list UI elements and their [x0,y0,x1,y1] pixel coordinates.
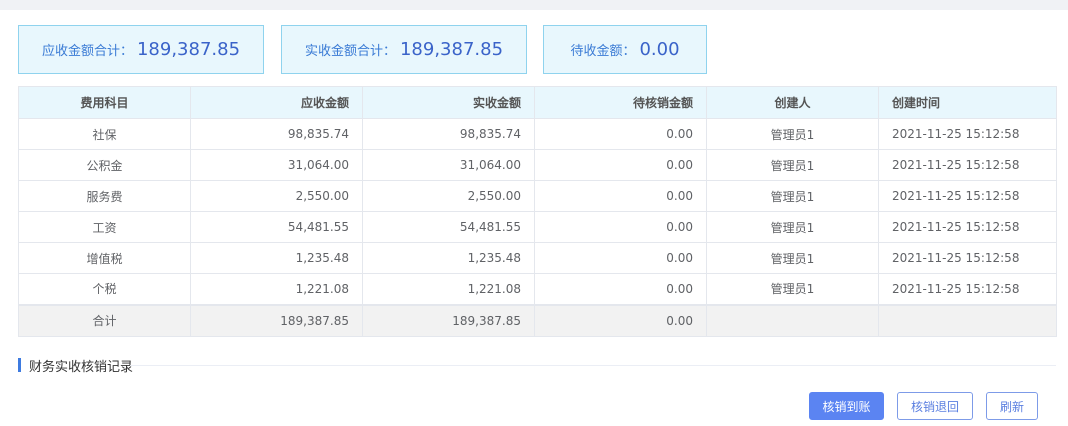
cell-received: 31,064.00 [362,149,535,181]
cell-fee-item: 工资 [18,211,191,243]
cell-creator: 管理员1 [706,242,879,274]
header-creator: 创建人 [706,86,879,119]
header-created-time: 创建时间 [878,86,1057,119]
table-row: 服务费 2,550.00 2,550.00 0.00 管理员1 2021-11-… [18,180,1057,212]
cell-received: 1,221.08 [362,273,535,305]
header-received: 实收金额 [362,86,535,119]
fee-table: 费用科目 应收金额 实收金额 待核销金额 创建人 创建时间 社保 98,835.… [18,86,1057,337]
pending-total-card: 待收金额： 0.00 [543,25,707,74]
cell-created-time: 2021-11-25 15:12:58 [878,149,1057,181]
receivable-total-value: 189,387.85 [136,39,241,60]
refresh-button[interactable]: 刷新 [986,392,1038,420]
section-header: 财务实收核销记录 [18,357,134,375]
received-total-card: 实收金额合计： 189,387.85 [281,25,527,74]
pending-total-label: 待收金额： [570,44,636,59]
cell-received: 98,835.74 [362,118,535,150]
header-receivable: 应收金额 [190,86,363,119]
cell-pending: 0.00 [534,242,707,274]
section-accent-bar [18,358,21,372]
cell-creator: 管理员1 [706,273,879,305]
pending-total-value: 0.00 [639,39,680,60]
receivable-total-label: 应收金额合计： [41,44,133,59]
total-received: 189,387.85 [362,303,535,337]
cell-receivable: 1,221.08 [190,273,363,305]
confirm-writeoff-button[interactable]: 核销到账 [809,392,884,420]
cell-pending: 0.00 [534,180,707,212]
header-fee-item: 费用科目 [18,86,191,119]
cell-creator: 管理员1 [706,149,879,181]
section-divider [130,365,1056,366]
cell-received: 1,235.48 [362,242,535,274]
cell-fee-item: 增值税 [18,242,191,274]
cell-pending: 0.00 [534,211,707,243]
cell-receivable: 54,481.55 [190,211,363,243]
received-total-value: 189,387.85 [399,39,504,60]
cell-creator: 管理员1 [706,180,879,212]
cell-receivable: 2,550.00 [190,180,363,212]
cell-fee-item: 社保 [18,118,191,150]
cell-created-time: 2021-11-25 15:12:58 [878,273,1057,305]
cell-received: 54,481.55 [362,211,535,243]
cell-pending: 0.00 [534,273,707,305]
cell-fee-item: 公积金 [18,149,191,181]
cell-fee-item: 个税 [18,273,191,305]
cell-fee-item: 服务费 [18,180,191,212]
cell-receivable: 98,835.74 [190,118,363,150]
total-label: 合计 [18,303,191,337]
total-created-time [878,303,1057,337]
cell-creator: 管理员1 [706,118,879,150]
cell-created-time: 2021-11-25 15:12:58 [878,180,1057,212]
table-header-row: 费用科目 应收金额 实收金额 待核销金额 创建人 创建时间 [18,86,1057,119]
cell-pending: 0.00 [534,118,707,150]
table-row: 个税 1,221.08 1,221.08 0.00 管理员1 2021-11-2… [18,273,1057,305]
total-receivable: 189,387.85 [190,303,363,337]
cell-received: 2,550.00 [362,180,535,212]
cell-creator: 管理员1 [706,211,879,243]
total-pending: 0.00 [534,303,707,337]
cell-created-time: 2021-11-25 15:12:58 [878,118,1057,150]
revert-writeoff-button[interactable]: 核销退回 [897,392,973,420]
total-creator [706,303,879,337]
table-row: 公积金 31,064.00 31,064.00 0.00 管理员1 2021-1… [18,149,1057,181]
receivable-total-card: 应收金额合计： 189,387.85 [18,25,264,74]
cell-pending: 0.00 [534,149,707,181]
table-row: 增值税 1,235.48 1,235.48 0.00 管理员1 2021-11-… [18,242,1057,274]
cell-created-time: 2021-11-25 15:12:58 [878,242,1057,274]
section-title: 财务实收核销记录 [29,359,134,375]
table-row: 工资 54,481.55 54,481.55 0.00 管理员1 2021-11… [18,211,1057,243]
received-total-label: 实收金额合计： [304,44,396,59]
table-total-row: 合计 189,387.85 189,387.85 0.00 [18,303,1057,337]
header-pending: 待核销金额 [534,86,707,119]
cell-created-time: 2021-11-25 15:12:58 [878,211,1057,243]
cell-receivable: 1,235.48 [190,242,363,274]
top-strip [0,0,1068,10]
table-row: 社保 98,835.74 98,835.74 0.00 管理员1 2021-11… [18,118,1057,150]
cell-receivable: 31,064.00 [190,149,363,181]
